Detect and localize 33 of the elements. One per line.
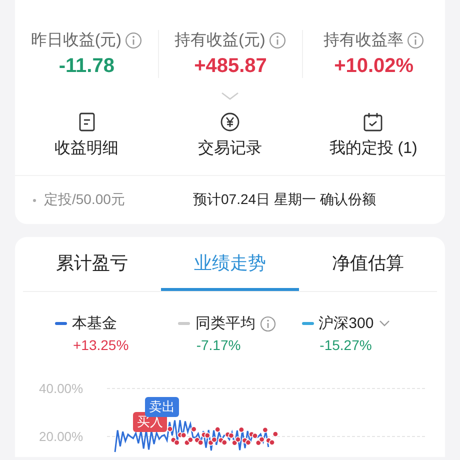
stat-value: -11.78 [58, 55, 114, 78]
plan-amount: 定投/50.00元 [44, 191, 125, 209]
stat-value: +485.87 [194, 55, 267, 78]
tab[interactable]: 业绩走势 [161, 237, 299, 291]
bullet-dot [33, 198, 36, 202]
dropdown-chevron-icon[interactable] [378, 320, 390, 327]
document-icon [78, 112, 96, 132]
action-button[interactable]: 交易记录 [158, 108, 302, 163]
y-axis-label: 20.00% [39, 428, 84, 444]
info-icon[interactable] [260, 316, 276, 332]
tab[interactable]: 累计盈亏 [23, 237, 161, 291]
tab[interactable]: 净值估算 [299, 237, 437, 291]
action-button[interactable]: 我的定投 (1) [302, 108, 445, 163]
legend-label[interactable]: 沪深300 [318, 314, 374, 333]
legend-value: -7.17% [195, 337, 241, 353]
info-icon[interactable] [407, 32, 424, 49]
legend-value: -15.27% [318, 337, 372, 353]
stat-value: +10.02% [334, 55, 414, 78]
legend-value: +13.25% [72, 337, 129, 353]
yen-icon [220, 112, 240, 132]
stat-label: 持有收益率 [323, 30, 404, 51]
legend-label[interactable]: 本基金 [72, 314, 117, 333]
calendar-icon [363, 112, 384, 132]
sell-tag: 卖出 [145, 397, 179, 417]
legend-label[interactable]: 同类平均 [195, 314, 256, 333]
confirm-note: 预计07.24日 星期一 确认份额 [193, 191, 376, 209]
info-icon[interactable] [125, 32, 142, 49]
info-icon[interactable] [269, 32, 286, 49]
y-axis-label: 40.00% [39, 380, 84, 396]
stat-label: 昨日收益(元) [30, 31, 122, 51]
stat-label: 持有收益(元) [174, 31, 266, 51]
expand-chevron-icon[interactable] [221, 92, 239, 100]
action-button[interactable]: 收益明细 [15, 108, 158, 163]
